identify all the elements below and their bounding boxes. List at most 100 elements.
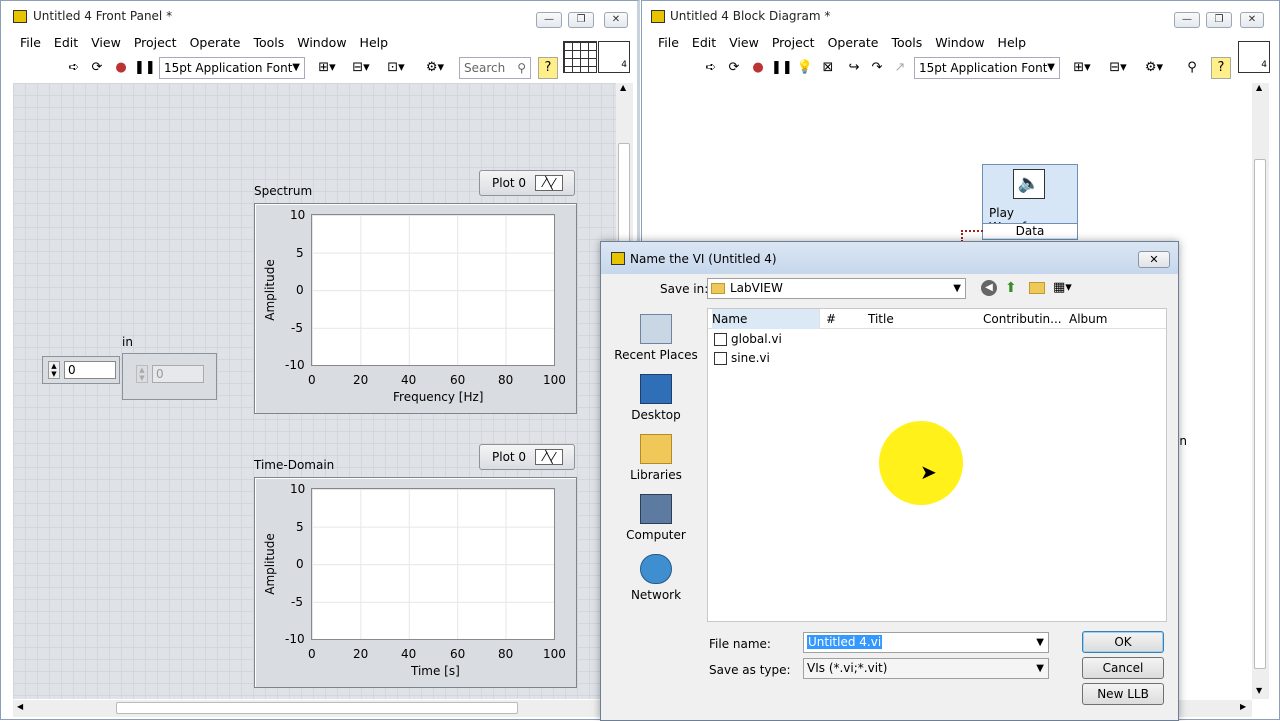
maximize-button[interactable]: ❐ bbox=[568, 12, 594, 28]
control-value[interactable]: 0 bbox=[64, 361, 116, 379]
menu-edit[interactable]: Edit bbox=[54, 35, 78, 50]
menu-view[interactable]: View bbox=[729, 35, 759, 50]
maximize-button[interactable]: ❐ bbox=[1206, 12, 1232, 28]
menu-window[interactable]: Window bbox=[935, 35, 984, 50]
column-header-name[interactable]: Name bbox=[712, 309, 820, 329]
menu-file[interactable]: File bbox=[20, 35, 41, 50]
menu-file[interactable]: File bbox=[658, 35, 679, 50]
place-computer[interactable]: Computer bbox=[611, 494, 701, 542]
menu-view[interactable]: View bbox=[91, 35, 121, 50]
menu-help[interactable]: Help bbox=[998, 35, 1027, 50]
scroll-down-icon[interactable]: ▼ bbox=[1256, 686, 1262, 695]
align-objects-icon[interactable]: ⊞▾ bbox=[311, 57, 343, 79]
dialog-titlebar[interactable]: Name the VI (Untitled 4) ✕ bbox=[601, 242, 1178, 274]
help-icon[interactable]: ? bbox=[1211, 57, 1231, 79]
minimize-button[interactable]: — bbox=[536, 12, 562, 28]
save-in-dropdown[interactable]: LabVIEW ▼ bbox=[707, 278, 966, 299]
block-diagram-titlebar[interactable]: Untitled 4 Block Diagram * — ❐ ✕ bbox=[642, 1, 1279, 31]
search-icon[interactable]: ⚲ bbox=[1182, 57, 1202, 79]
place-libraries[interactable]: Libraries bbox=[611, 434, 701, 482]
column-header-title[interactable]: Title bbox=[868, 309, 976, 329]
run-arrow-icon[interactable]: ➪ bbox=[701, 57, 721, 79]
play-waveform-node[interactable]: 🔈 Play Waveform Data bbox=[982, 164, 1078, 240]
cancel-button[interactable]: Cancel bbox=[1082, 657, 1164, 679]
close-button[interactable]: ✕ bbox=[1240, 12, 1264, 28]
new-folder-icon[interactable] bbox=[1029, 282, 1045, 294]
scroll-up-icon[interactable]: ▲ bbox=[620, 83, 626, 92]
step-into-icon[interactable]: ↪ bbox=[844, 57, 864, 79]
spectrum-plot-legend[interactable]: Plot 0 ⁄╲⁄ bbox=[479, 170, 575, 196]
menu-operate[interactable]: Operate bbox=[190, 35, 241, 50]
dialog-close-button[interactable]: ✕ bbox=[1138, 251, 1170, 268]
vi-icon[interactable]: 4 bbox=[1238, 41, 1270, 73]
vi-icon[interactable]: 4 bbox=[598, 41, 630, 73]
menu-project[interactable]: Project bbox=[134, 35, 177, 50]
front-panel-horizontal-scrollbar[interactable]: ◀ ▶ bbox=[13, 700, 616, 717]
run-arrow-icon[interactable]: ➪ bbox=[64, 57, 84, 79]
file-name-value[interactable]: Untitled 4.vi bbox=[807, 635, 883, 649]
front-panel-titlebar[interactable]: Untitled 4 Front Panel * — ❐ ✕ bbox=[1, 1, 637, 31]
time-domain-plot-legend[interactable]: Plot 0 ⁄╲⁄ bbox=[479, 444, 575, 470]
menu-help[interactable]: Help bbox=[360, 35, 389, 50]
abort-icon[interactable]: ● bbox=[111, 57, 131, 79]
run-continuously-icon[interactable]: ⟳ bbox=[87, 57, 107, 79]
abort-icon[interactable]: ● bbox=[748, 57, 768, 79]
menu-tools[interactable]: Tools bbox=[891, 35, 922, 50]
distribute-objects-icon[interactable]: ⊟▾ bbox=[1102, 57, 1134, 79]
chevron-down-icon: ▼ bbox=[292, 62, 300, 73]
step-over-icon[interactable]: ↷ bbox=[867, 57, 887, 79]
view-menu-icon[interactable]: ▦▾ bbox=[1053, 280, 1072, 295]
scroll-thumb[interactable] bbox=[116, 702, 518, 714]
list-item[interactable]: sine.vi bbox=[714, 351, 770, 369]
back-icon[interactable]: ◀ bbox=[981, 280, 997, 296]
font-selector[interactable]: 15pt Application Font ▼ bbox=[159, 57, 305, 79]
time-domain-plot-area[interactable] bbox=[311, 488, 555, 640]
resize-objects-icon[interactable]: ⊡▾ bbox=[380, 57, 412, 79]
reorder-icon[interactable]: ⚙▾ bbox=[419, 57, 451, 79]
place-desktop[interactable]: Desktop bbox=[611, 374, 701, 422]
ok-button[interactable]: OK bbox=[1082, 631, 1164, 653]
step-out-icon[interactable]: ↗ bbox=[890, 57, 910, 79]
file-name-field[interactable]: Untitled 4.vi ▼ bbox=[803, 632, 1049, 653]
close-button[interactable]: ✕ bbox=[604, 12, 628, 28]
scroll-thumb[interactable] bbox=[1254, 159, 1266, 669]
search-input[interactable]: Search ⚲ bbox=[459, 57, 531, 79]
column-header-album[interactable]: Album bbox=[1069, 309, 1149, 329]
scroll-left-icon[interactable]: ◀ bbox=[17, 702, 23, 711]
new-llb-button[interactable]: New LLB bbox=[1082, 683, 1164, 705]
block-diagram-vertical-scrollbar[interactable]: ▲ ▼ bbox=[1252, 83, 1269, 699]
align-objects-icon[interactable]: ⊞▾ bbox=[1066, 57, 1098, 79]
vi-file-icon bbox=[714, 333, 727, 346]
scroll-right-icon[interactable]: ▶ bbox=[1240, 702, 1246, 711]
column-header-number[interactable]: # bbox=[826, 309, 861, 329]
scroll-up-icon[interactable]: ▲ bbox=[1256, 83, 1262, 92]
column-header-contributing[interactable]: Contributin... bbox=[983, 309, 1063, 329]
time-domain-ylabel: Amplitude bbox=[262, 533, 277, 595]
distribute-objects-icon[interactable]: ⊟▾ bbox=[345, 57, 377, 79]
place-network[interactable]: Network bbox=[611, 554, 701, 602]
save-type-dropdown[interactable]: VIs (*.vi;*.vit) ▼ bbox=[803, 658, 1049, 679]
connector-pane-icon[interactable] bbox=[563, 41, 597, 73]
pause-icon[interactable]: ❚❚ bbox=[133, 57, 156, 79]
pause-icon[interactable]: ❚❚ bbox=[770, 57, 793, 79]
help-icon[interactable]: ? bbox=[538, 57, 558, 79]
spectrum-plot-area[interactable] bbox=[311, 214, 555, 366]
list-item[interactable]: global.vi bbox=[714, 332, 782, 350]
place-recent-places[interactable]: Recent Places bbox=[611, 314, 701, 362]
minimize-button[interactable]: — bbox=[1174, 12, 1200, 28]
menu-operate[interactable]: Operate bbox=[828, 35, 879, 50]
highlight-execution-icon[interactable]: 💡 bbox=[795, 57, 815, 79]
up-folder-icon[interactable]: ⬆ bbox=[1005, 280, 1017, 296]
numeric-control[interactable]: ▲ ▼ 0 bbox=[42, 356, 120, 384]
menu-window[interactable]: Window bbox=[297, 35, 346, 50]
node-terminal-data[interactable]: Data bbox=[983, 223, 1077, 238]
menu-edit[interactable]: Edit bbox=[692, 35, 716, 50]
run-continuously-icon[interactable]: ⟳ bbox=[724, 57, 744, 79]
retain-wire-values-icon[interactable]: ⊠ bbox=[818, 57, 838, 79]
menu-tools[interactable]: Tools bbox=[253, 35, 284, 50]
font-selector[interactable]: 15pt Application Font ▼ bbox=[914, 57, 1060, 79]
increment-decrement-icon[interactable]: ▲ ▼ bbox=[48, 361, 60, 379]
chevron-down-icon: ▼ bbox=[1036, 637, 1044, 648]
menu-project[interactable]: Project bbox=[772, 35, 815, 50]
reorder-icon[interactable]: ⚙▾ bbox=[1138, 57, 1170, 79]
